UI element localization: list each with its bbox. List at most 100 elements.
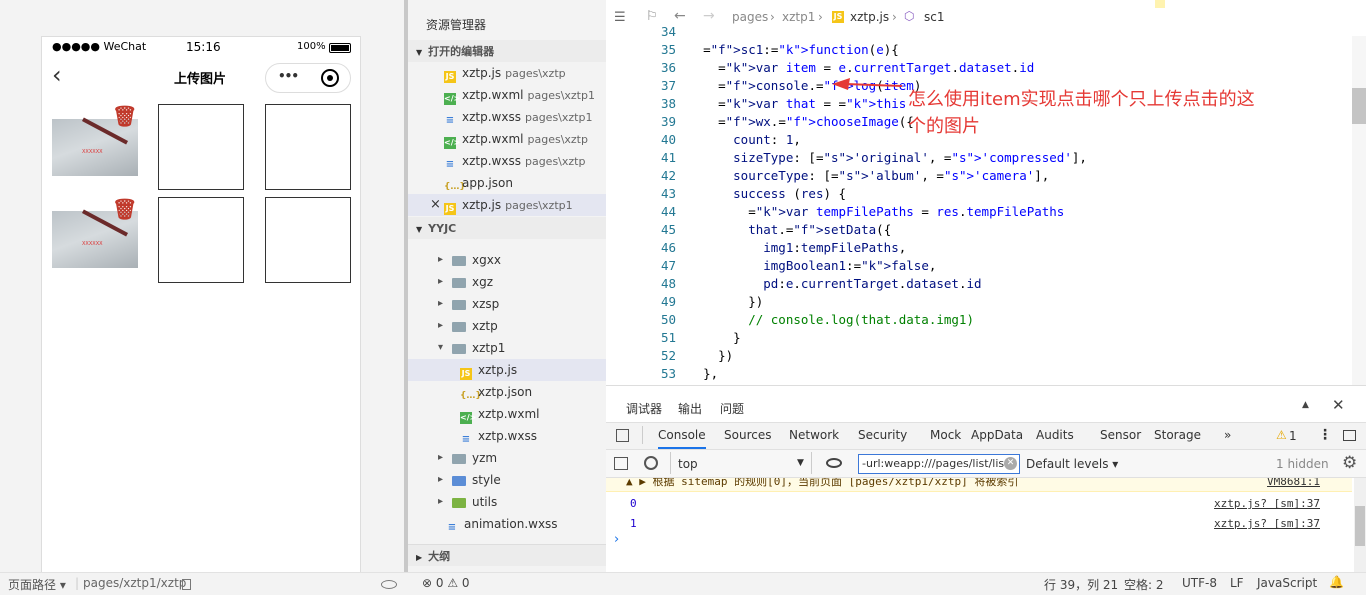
line-number: 51 — [660, 330, 676, 345]
back-arrow-icon[interactable]: ← — [674, 8, 686, 24]
cursor-position[interactable]: 行 39，列 21 — [1044, 576, 1118, 593]
tree-item[interactable]: ≡ xztp.wxss — [408, 425, 606, 447]
bookmark-icon[interactable]: ⚐ — [646, 9, 658, 24]
file-dir: pages\xztp — [524, 155, 586, 168]
console-filter-input[interactable]: -url:weapp:///pages/list/lis — [858, 454, 1020, 474]
file-name: xztp.wxss — [462, 110, 521, 124]
devtools-tab[interactable]: Console — [658, 428, 706, 449]
collapse-icon[interactable]: ▲ — [1302, 400, 1309, 410]
more-options-icon[interactable]: ⋮ — [1318, 427, 1332, 443]
image-slot[interactable] — [265, 197, 351, 283]
devtools-tab[interactable]: » — [1224, 428, 1231, 442]
devtools-tab[interactable]: Storage — [1154, 428, 1201, 442]
menu-capsule[interactable]: ••• — [265, 63, 351, 93]
devtools-tab[interactable]: Network — [789, 428, 839, 442]
file-name: xztp.json — [478, 385, 533, 399]
devtools-tab[interactable]: Mock — [930, 428, 961, 442]
close-mini-program-icon[interactable] — [321, 69, 339, 87]
tree-item[interactable]: ≡ animation.wxss — [408, 513, 606, 535]
open-editors-header[interactable]: ▼ 打开的编辑器 — [408, 40, 606, 62]
folder-icon — [452, 454, 466, 464]
open-editor-item[interactable]: × JS xztp.js pages\xztp1 — [408, 194, 606, 216]
scrollbar-thumb[interactable] — [1352, 88, 1366, 124]
line-number: 40 — [660, 132, 676, 147]
line-ending[interactable]: LF — [1230, 576, 1244, 590]
tree-item[interactable]: JS xztp.js — [408, 359, 606, 381]
tree-item[interactable]: ▸ utils — [408, 491, 606, 513]
file-name: xztp.wxss — [462, 154, 521, 168]
tree-item[interactable]: </> xztp.wxml — [408, 403, 606, 425]
breadcrumb-item[interactable]: sc1 — [924, 10, 944, 24]
devtools-tab[interactable]: Security — [858, 428, 907, 442]
tree-item[interactable]: ▸ style — [408, 469, 606, 491]
log-source-link[interactable]: xztp.js? [sm]:37 — [1214, 494, 1320, 514]
open-editor-item[interactable]: </> xztp.wxml pages\xztp1 — [408, 84, 606, 106]
minimap-highlight — [1155, 0, 1165, 8]
log-source-link[interactable]: VM8681:1 — [1267, 478, 1320, 492]
close-icon[interactable]: × — [430, 194, 441, 216]
tree-item[interactable]: ▸ xgxx — [408, 249, 606, 271]
back-icon[interactable]: ‹ — [52, 61, 62, 89]
warning-icon[interactable]: ⚠ — [1276, 428, 1287, 442]
console-scrollbar[interactable] — [1354, 478, 1366, 573]
open-editor-item[interactable]: ≡ xztp.wxss pages\xztp — [408, 150, 606, 172]
tree-item[interactable]: ▸ yzm — [408, 447, 606, 469]
open-editor-item[interactable]: </> xztp.wxml pages\xztp — [408, 128, 606, 150]
line-number: 52 — [660, 348, 676, 363]
clear-filter-icon[interactable]: ✕ — [1004, 457, 1017, 470]
devtools-tab[interactable]: AppData — [971, 428, 1023, 442]
close-icon[interactable]: ✕ — [1332, 396, 1345, 414]
editor-scrollbar[interactable] — [1352, 36, 1366, 385]
devtools-tab[interactable]: Sources — [724, 428, 771, 442]
image-slot[interactable] — [158, 197, 244, 283]
list-icon[interactable]: ☰ — [614, 10, 626, 25]
tree-item[interactable]: ▸ xztp — [408, 315, 606, 337]
outline-header[interactable]: ▶ 大纲 — [408, 544, 606, 566]
tree-item[interactable]: {…}xztp.json — [408, 381, 606, 403]
breadcrumb-item[interactable]: xztp.js — [850, 10, 889, 24]
notification-bell-icon[interactable]: 🔔 — [1329, 575, 1344, 589]
open-editor-item[interactable]: ≡ xztp.wxss pages\xztp1 — [408, 106, 606, 128]
warning-count[interactable]: 1 — [1289, 429, 1297, 443]
breadcrumb-item[interactable]: pages — [732, 10, 768, 24]
settings-gear-icon[interactable]: ⚙ — [1342, 453, 1357, 473]
breadcrumb-item[interactable]: xztp1 — [782, 10, 815, 24]
panel-tab[interactable]: 输出 — [678, 400, 702, 417]
language-mode[interactable]: JavaScript — [1257, 576, 1317, 590]
log-source-link[interactable]: xztp.js? [sm]:37 — [1214, 514, 1320, 534]
image-slot[interactable] — [265, 104, 351, 190]
dock-icon[interactable] — [1343, 430, 1356, 441]
eye-icon[interactable] — [826, 458, 842, 468]
tree-item[interactable]: ▾ xztp1 — [408, 337, 606, 359]
breadcrumb-sep: › — [770, 10, 775, 24]
delete-icon[interactable]: 🗑 — [112, 105, 137, 127]
forward-arrow-icon[interactable]: → — [703, 8, 715, 24]
page-path-dropdown[interactable]: 页面路径 ▾ — [8, 576, 66, 593]
clear-console-icon[interactable] — [644, 456, 658, 470]
indent-setting[interactable]: 空格: 2 — [1124, 576, 1164, 593]
open-editor-item[interactable]: JS xztp.js pages\xztp — [408, 62, 606, 84]
code-area[interactable]: 34 35 ="f">sc1:="k">function(e){36 ="k">v… — [606, 24, 1352, 385]
inspect-icon[interactable] — [616, 429, 629, 442]
encoding[interactable]: UTF-8 — [1182, 576, 1217, 590]
open-editor-item[interactable]: {…}app.json — [408, 172, 606, 194]
devtools-tab[interactable]: Audits — [1036, 428, 1074, 442]
copy-icon[interactable] — [182, 579, 191, 590]
hidden-count[interactable]: 1 hidden — [1276, 457, 1329, 471]
breadcrumb-sep: › — [818, 10, 823, 24]
image-slot[interactable] — [158, 104, 244, 190]
delete-icon[interactable]: 🗑 — [112, 198, 137, 220]
log-levels-dropdown[interactable]: Default levels ▾ — [1026, 457, 1118, 471]
more-icon[interactable]: ••• — [278, 69, 299, 83]
tree-item[interactable]: ▸ xgz — [408, 271, 606, 293]
devtools-tab[interactable]: Sensor — [1100, 428, 1141, 442]
console-prompt[interactable]: › — [614, 532, 619, 547]
panel-tab[interactable]: 问题 — [720, 400, 744, 417]
sidebar-toggle-icon[interactable] — [614, 457, 628, 470]
tree-item[interactable]: ▸ xzsp — [408, 293, 606, 315]
project-header[interactable]: ▼ YYJC — [408, 217, 606, 239]
file-explorer: 资源管理器 ▼ 打开的编辑器 JS xztp.js pages\xztp </> xztp… — [404, 0, 606, 572]
code-line: img1:tempFilePaths, — [688, 240, 907, 255]
problems-indicator[interactable]: ⊗ 0 ⚠ 0 — [422, 576, 470, 590]
eye-icon[interactable] — [381, 580, 397, 589]
